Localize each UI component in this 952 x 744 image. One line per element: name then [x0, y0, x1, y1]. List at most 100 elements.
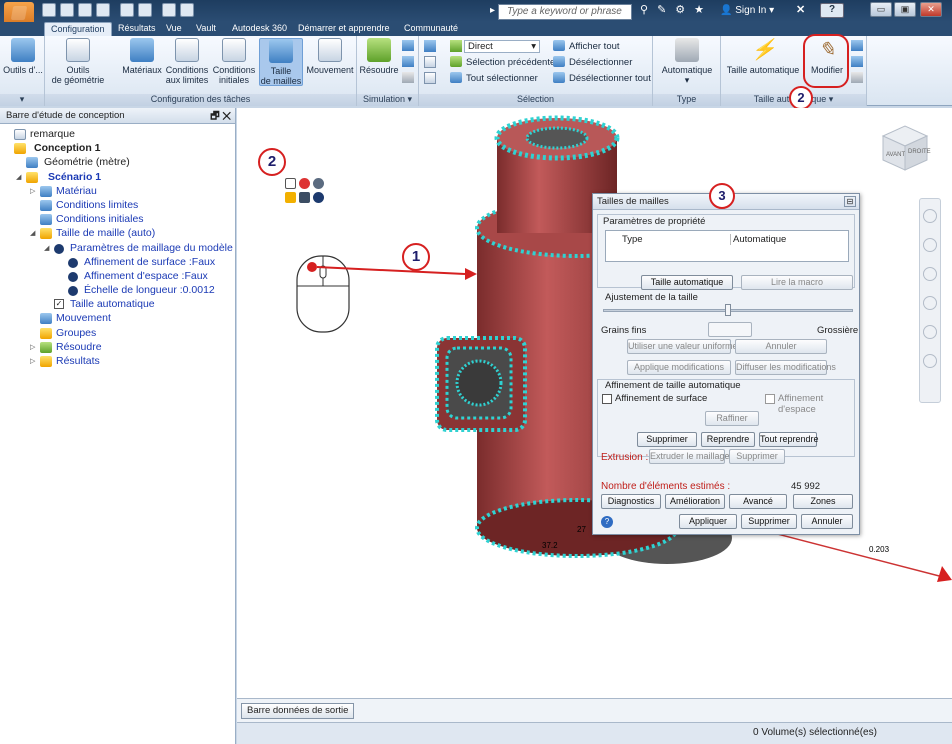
binoculars-icon[interactable]: ⚲: [640, 3, 648, 16]
tree-node-mouvement[interactable]: Mouvement: [0, 312, 235, 326]
group-outils-label[interactable]: ▾: [0, 94, 44, 106]
deselectionner-tout-button[interactable]: Désélectionner tout: [553, 72, 651, 84]
size-value-field[interactable]: [708, 322, 752, 337]
tout-reprendre-button[interactable]: Tout reprendre: [759, 432, 819, 447]
tab-vue[interactable]: Vue: [160, 22, 188, 36]
deselectionner-button[interactable]: Désélectionner: [553, 56, 632, 68]
annuler-button-2[interactable]: Annuler: [801, 514, 853, 529]
expand-icon[interactable]: ◢: [30, 229, 38, 237]
extruder-maillage-button[interactable]: Extruder le maillage: [649, 449, 730, 464]
tree-node-echelle[interactable]: Échelle de longueur :0.0012: [0, 284, 235, 298]
supprimer-button-1[interactable]: Supprimer: [637, 432, 697, 447]
outils-button[interactable]: Outils d'...: [2, 38, 44, 75]
tab-configuration[interactable]: Configuration: [44, 22, 112, 36]
direct-select-dropdown[interactable]: Direct ▾: [464, 40, 540, 53]
view-cube[interactable]: AVANT DROITE: [875, 120, 935, 176]
raffiner-button[interactable]: Raffiner: [705, 411, 759, 426]
group-simulation-label[interactable]: Simulation ▾: [357, 94, 418, 106]
window-icon[interactable]: [180, 3, 194, 17]
taille-auto-button[interactable]: ⚡ Taille automatique: [723, 38, 803, 75]
pan-icon[interactable]: [923, 238, 937, 252]
appliquer-button[interactable]: Appliquer: [679, 514, 737, 529]
amelioration-button[interactable]: Amélioration: [665, 494, 725, 509]
tab-demarrer[interactable]: Démarrer et apprendre: [292, 22, 396, 36]
tree-node-affinement-espace[interactable]: Affinement d'espace :Faux: [0, 270, 235, 284]
mail-icon[interactable]: [402, 72, 414, 83]
annuler-button-1[interactable]: Annuler: [735, 339, 827, 354]
help-icon[interactable]: ?: [601, 516, 613, 528]
restore-button[interactable]: ▣: [894, 2, 916, 17]
select-volume-icon[interactable]: [424, 40, 436, 52]
tree-node-groupes[interactable]: Groupes: [0, 327, 235, 341]
redo-icon[interactable]: [138, 3, 152, 17]
lire-macro-button[interactable]: Lire la macro: [741, 275, 853, 290]
undo-icon[interactable]: [120, 3, 134, 17]
tree-node-materiau[interactable]: ▷ Matériau: [0, 185, 235, 199]
search-input[interactable]: Type a keyword or phrase: [490, 4, 632, 20]
orbit-icon[interactable]: [923, 296, 937, 310]
new-icon[interactable]: [42, 3, 56, 17]
exchange-icon[interactable]: ✕: [796, 3, 805, 16]
panel-controls[interactable]: 🗗 ✕: [210, 109, 231, 126]
tools-icon[interactable]: ✎: [657, 3, 666, 16]
edit-context-icon[interactable]: [285, 178, 296, 189]
materiaux-button[interactable]: Matériaux: [119, 38, 165, 75]
avance-button[interactable]: Avancé: [729, 494, 787, 509]
supprimer-button-2[interactable]: Supprimer: [729, 449, 785, 464]
select-edge-icon[interactable]: [424, 72, 436, 84]
mouvement-button[interactable]: Mouvement: [305, 38, 355, 75]
selection-precedente-button[interactable]: Sélection précédente: [450, 56, 555, 68]
tab-communaute[interactable]: Communauté: [398, 22, 464, 36]
save-as-icon[interactable]: [96, 3, 110, 17]
valeur-uniforme-button[interactable]: Utiliser une valeur uniforme: [627, 339, 738, 354]
view-center-icon[interactable]: [923, 354, 937, 368]
expand-icon[interactable]: ◢: [16, 173, 24, 181]
tout-selectionner-button[interactable]: Tout sélectionner: [450, 72, 538, 84]
outils-geometrie-button[interactable]: Outils de géométrie: [51, 38, 105, 85]
resoudre-button[interactable]: Résoudre: [359, 38, 399, 75]
tree-node-parametres[interactable]: ◢ Paramètres de maillage du modèle: [0, 242, 235, 256]
minimize-button[interactable]: ▭: [870, 2, 892, 17]
simulation-list-icon[interactable]: [402, 40, 414, 51]
dialog-close-button[interactable]: ⊟: [844, 196, 856, 207]
simulation-run-icon[interactable]: [402, 56, 414, 67]
zones-button[interactable]: Zones: [793, 494, 853, 509]
tree-node-taille-auto[interactable]: ✓ Taille automatique: [0, 298, 235, 312]
collapse-icon[interactable]: ▷: [30, 187, 38, 195]
taille-auto-dialog-button[interactable]: Taille automatique: [641, 275, 733, 290]
conditions-limites-button[interactable]: Conditions aux limites: [165, 38, 209, 85]
automatique-button[interactable]: Automatique ▾: [657, 38, 717, 85]
tree-node-conditions-limites[interactable]: Conditions limites: [0, 199, 235, 213]
reprendre-button[interactable]: Reprendre: [701, 432, 755, 447]
network-icon[interactable]: ⚙: [675, 3, 685, 16]
tab-resultats[interactable]: Résultats: [112, 22, 162, 36]
close-button[interactable]: ✕: [920, 2, 942, 17]
favorites-icon[interactable]: ★: [694, 3, 704, 16]
supprimer-button-3[interactable]: Supprimer: [741, 514, 797, 529]
property-table[interactable]: Type Automatique: [605, 230, 849, 262]
hide-context-icon[interactable]: [313, 178, 324, 189]
wrench-context-icon[interactable]: [299, 192, 310, 203]
tree-node-affinement-surface[interactable]: Affinement de surface :Faux: [0, 256, 235, 270]
output-bar-button[interactable]: Barre données de sortie: [241, 703, 355, 719]
collapse-icon[interactable]: ▷: [30, 343, 38, 351]
taille-mailles-button[interactable]: Taille de mailles: [259, 38, 303, 86]
tree-node-conditions-initiales[interactable]: Conditions initiales: [0, 213, 235, 227]
diagnostics-button[interactable]: Diagnostics: [601, 494, 661, 509]
affinement-espace-checkbox[interactable]: [765, 394, 775, 404]
look-at-icon[interactable]: [923, 325, 937, 339]
info-context-icon[interactable]: [313, 192, 324, 203]
mesh-option2-icon[interactable]: [851, 56, 863, 67]
applique-modifications-button[interactable]: Applique modifications: [627, 360, 731, 375]
open-icon[interactable]: [60, 3, 74, 17]
help-button[interactable]: ?: [820, 3, 844, 18]
tree-node-scenario[interactable]: ◢ Scénario 1: [0, 171, 235, 185]
sign-in-link[interactable]: 👤 Sign In ▾: [720, 5, 774, 16]
tree-node-resultats[interactable]: ▷ Résultats: [0, 355, 235, 369]
size-slider-thumb[interactable]: [725, 304, 731, 316]
affinement-surface-checkbox[interactable]: [602, 394, 612, 404]
select-surface-icon[interactable]: [424, 56, 436, 68]
mesh-option3-icon[interactable]: [851, 72, 863, 83]
tree-node-taille-maille[interactable]: ◢ Taille de maille (auto): [0, 227, 235, 241]
afficher-tout-button[interactable]: Afficher tout: [553, 40, 620, 52]
